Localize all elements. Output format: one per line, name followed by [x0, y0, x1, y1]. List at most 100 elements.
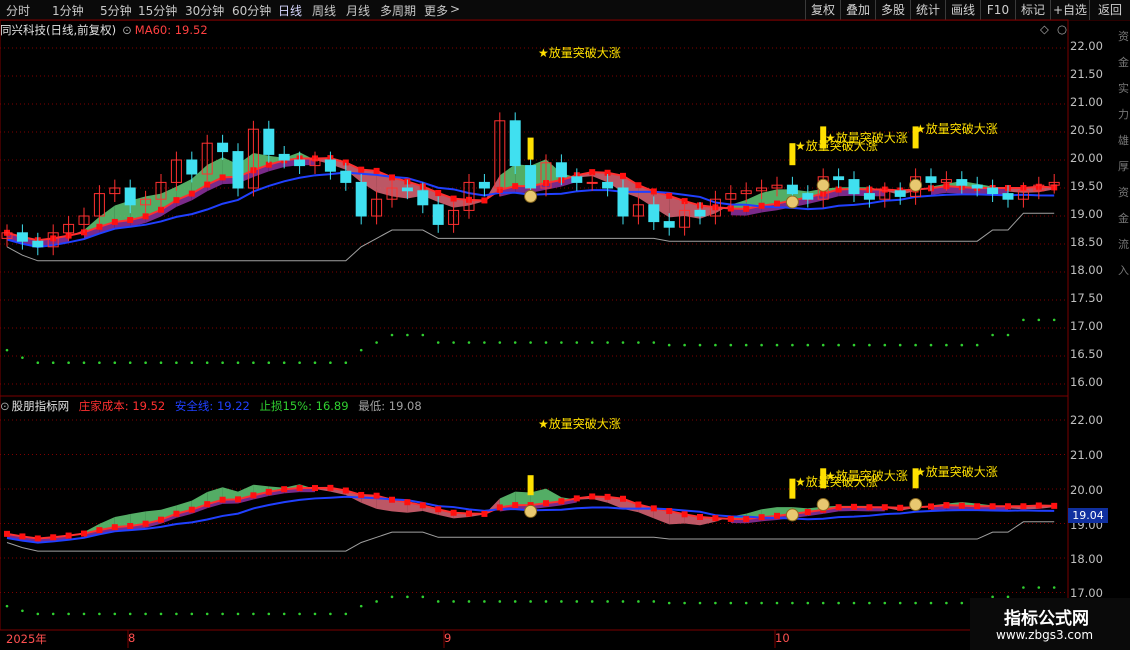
indicator-stoploss-dot: [760, 601, 763, 605]
indicator-cost-marker: [188, 506, 195, 513]
main-stoploss-dot: [575, 341, 579, 344]
main-stoploss-dot: [252, 361, 255, 365]
main-stoploss-dot: [914, 343, 917, 347]
indicator-stoploss-dot: [821, 601, 825, 605]
main-cost-marker: [743, 205, 750, 212]
indicator-cost-marker: [466, 510, 472, 517]
indicator-cost-marker: [496, 504, 503, 511]
indicator-cost-marker: [219, 496, 226, 503]
y-tick: 21.50: [1070, 67, 1103, 81]
indicator-cost-marker: [558, 498, 565, 505]
indicator-cost-marker: [543, 500, 549, 507]
indicator-stoploss-dot: [190, 612, 194, 616]
indicator-cost-marker: [296, 485, 303, 492]
candle-down: [602, 181, 614, 189]
candle-down: [555, 162, 567, 178]
indicator-stoploss-dot: [359, 604, 363, 608]
main-stoploss-dot: [729, 343, 733, 347]
candle-down: [340, 170, 352, 183]
indicator-cost-marker: [1005, 503, 1011, 510]
indicator-cost-marker: [604, 493, 611, 500]
main-stoploss-dot: [1022, 318, 1025, 322]
candle-down: [925, 176, 937, 183]
main-cost-marker: [358, 166, 365, 173]
indicator-stoploss-dot: [452, 600, 455, 603]
main-stoploss-dot: [282, 361, 286, 365]
indicator-cost-marker: [1020, 503, 1027, 510]
indicator-cost-marker: [512, 502, 519, 509]
main-stoploss-dot: [36, 361, 40, 365]
main-stoploss-dot: [606, 341, 609, 344]
indicator-cost-marker: [958, 502, 965, 509]
indicator-cost-marker: [50, 534, 57, 541]
indicator-stoploss-dot: [82, 612, 86, 616]
indicator-cost-marker: [435, 506, 442, 513]
indicator-cost-marker: [928, 503, 934, 510]
indicator-cost-marker: [96, 527, 103, 534]
indicator-stoploss-dot: [513, 600, 517, 603]
signal-label: ★放量突破大涨: [825, 469, 908, 483]
main-stoploss-dot: [51, 361, 55, 365]
indicator-stoploss-dot: [375, 600, 378, 603]
indicator-stoploss-dot: [205, 612, 209, 616]
indicator-stoploss-dot: [498, 600, 502, 603]
watermark-logo-text: 指标公式网: [1004, 609, 1089, 629]
indicator-stoploss-dot: [914, 601, 917, 605]
main-stoploss-dot: [868, 343, 871, 347]
main-stoploss-dot: [560, 341, 563, 344]
money-bag-icon: [524, 504, 538, 518]
collapse-icon[interactable]: ⊙: [0, 399, 10, 413]
indicator-stoploss-dot: [467, 600, 471, 603]
circle-icon[interactable]: ○: [1057, 22, 1067, 36]
signal-label: ★放量突破大涨: [825, 131, 908, 145]
indicator-stoploss-dot: [98, 612, 101, 616]
indicator-stoploss-dot: [775, 601, 779, 605]
candle-down: [355, 181, 367, 217]
indicator-cost-marker: [481, 510, 488, 517]
indicator-stoploss-dot: [714, 601, 717, 605]
y-tick: 19.50: [1070, 179, 1103, 193]
main-stoploss-dot: [975, 343, 979, 347]
indicator-cost-marker: [758, 514, 765, 521]
indicator-stoploss-dot: [252, 612, 255, 616]
indicator-cost-marker: [897, 504, 904, 511]
indicator-stoploss-dot: [929, 601, 933, 605]
indicator-cost-marker: [635, 501, 642, 508]
main-cost-marker: [774, 200, 780, 207]
main-stoploss-dot: [637, 341, 640, 344]
main-stoploss-dot: [883, 343, 887, 347]
main-stoploss-dot: [467, 341, 471, 344]
indicator-stoploss-dot: [606, 600, 609, 603]
indicator-cost-marker: [358, 491, 365, 498]
indicator-cost-marker: [173, 510, 180, 517]
main-cost-marker: [666, 192, 673, 199]
main-stoploss-dot: [5, 348, 9, 352]
indicator-cost-marker: [743, 516, 750, 523]
price-chart-canvas[interactable]: [0, 0, 1130, 650]
main-cost-marker: [219, 174, 226, 181]
candle-down: [186, 159, 198, 175]
indicator-stoploss-dot: [221, 612, 224, 616]
main-cost-marker: [158, 206, 164, 213]
main-cost-marker: [512, 183, 519, 190]
diamond-icon[interactable]: ◇: [1040, 22, 1049, 36]
money-bag-icon: [785, 195, 799, 209]
main-stoploss-dot: [791, 343, 794, 347]
main-stoploss-dot: [375, 341, 378, 344]
main-stoploss-dot: [359, 348, 363, 352]
indicator-cost-marker: [943, 502, 950, 509]
main-stoploss-dot: [329, 361, 332, 365]
indicator-cost-marker: [158, 516, 164, 523]
main-stoploss-dot: [421, 333, 425, 337]
indicator-stoploss-dot: [36, 612, 40, 616]
candle-down: [263, 128, 275, 155]
indicator-stoploss-dot: [1037, 586, 1041, 589]
indicator-stoploss-dot: [590, 600, 594, 603]
indicator-cost-marker: [666, 508, 673, 515]
collapse-icon[interactable]: ⊙: [122, 23, 132, 37]
indicator-stoploss-dot: [1052, 586, 1056, 589]
main-stoploss-dot: [67, 361, 70, 365]
indicator-cost-marker: [727, 515, 734, 522]
y-tick: 18.00: [1070, 263, 1103, 277]
indicator-cost-marker: [1051, 502, 1058, 509]
